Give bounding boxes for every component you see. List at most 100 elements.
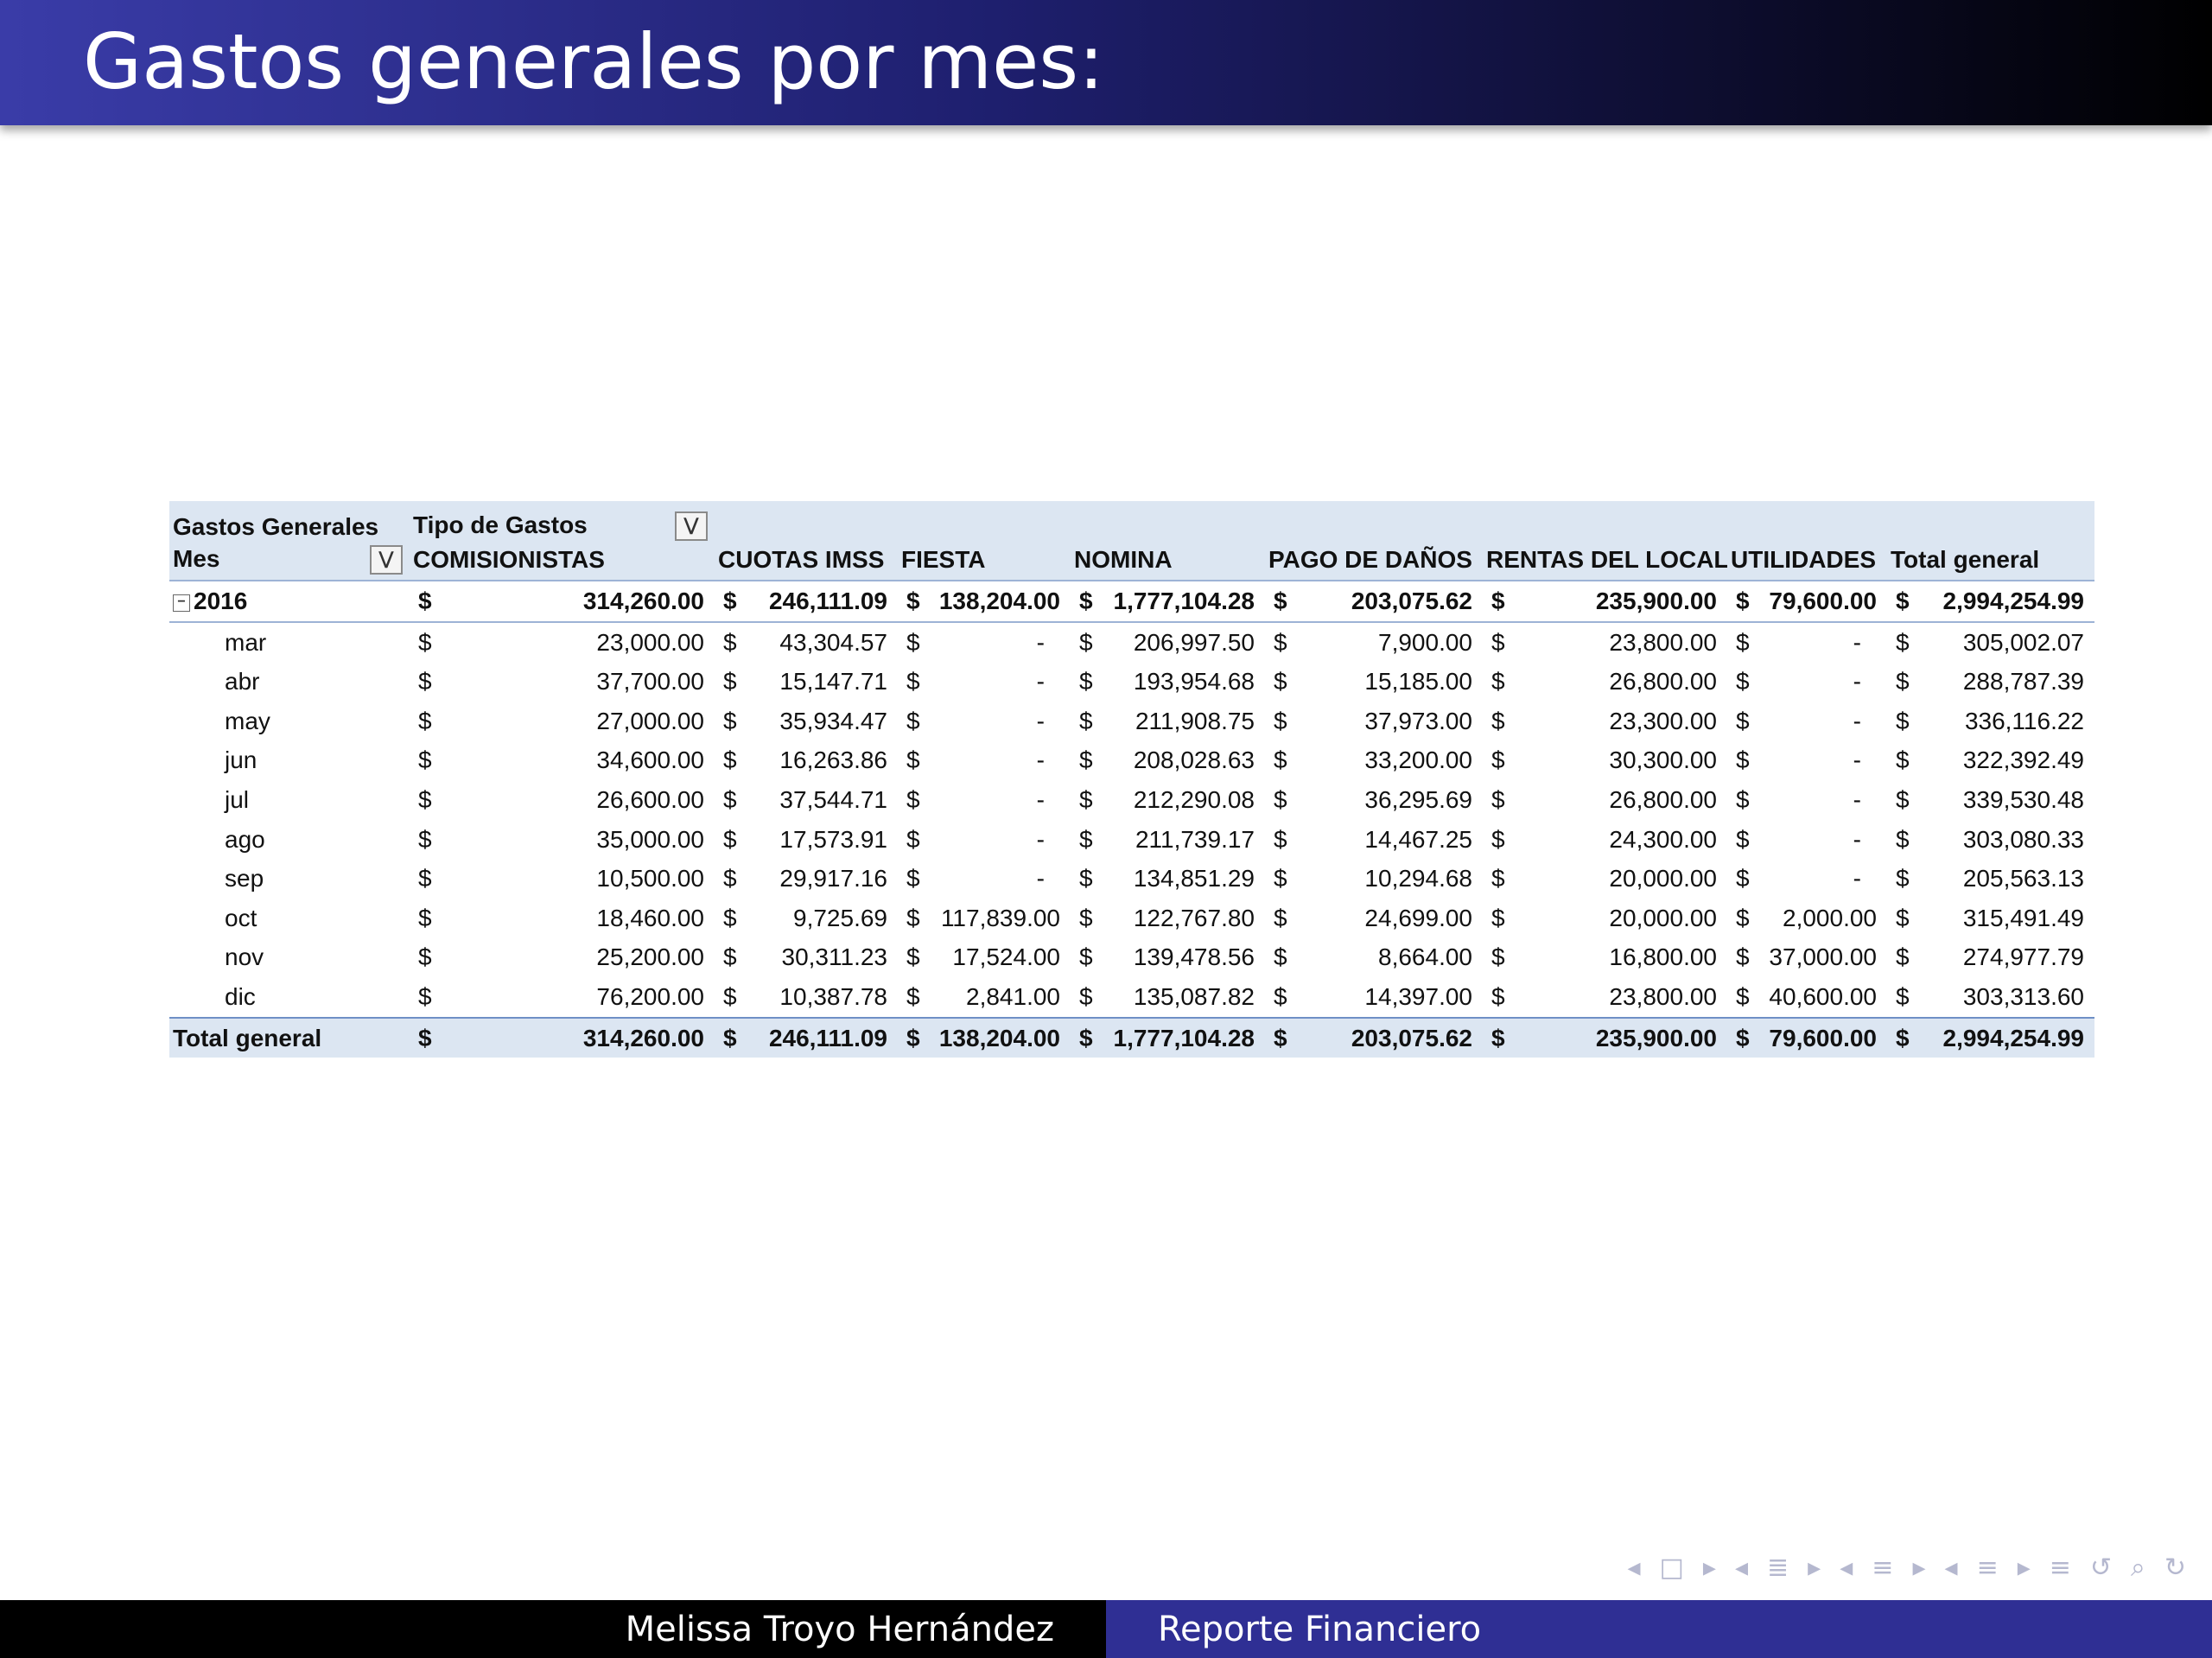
currency-symbol: $ bbox=[1274, 785, 1287, 813]
nav-left-arrow[interactable]: ◂ bbox=[1945, 1553, 1958, 1583]
currency-symbol: $ bbox=[723, 1024, 737, 1051]
value-cell: $23,800.00 bbox=[1483, 977, 1727, 1018]
value-cell: $33,200.00 bbox=[1265, 741, 1483, 781]
row-label-cell: dic bbox=[169, 977, 410, 1018]
row-label-cell: sep bbox=[169, 859, 410, 899]
month-row: abr $37,700.00 $15,147.71 $ - $193,954.68 $15,… bbox=[169, 662, 2094, 702]
amount: 2,841.00 bbox=[966, 982, 1060, 1010]
value-cell: $76,200.00 bbox=[410, 977, 715, 1018]
empty-value: - bbox=[1853, 668, 1861, 696]
currency-symbol: $ bbox=[723, 628, 737, 656]
amount: 203,075.62 bbox=[1351, 587, 1472, 614]
beamer-navigation-bar: ◂ □ ▸ ◂ ≣ ▸ ◂ ≡ ▸ ◂ ≡ ▸ ≡ ↺ ⌕ ↻ bbox=[1627, 1550, 2186, 1585]
value-cell: $26,800.00 bbox=[1483, 780, 1727, 820]
nav-left-arrow[interactable]: ◂ bbox=[1840, 1553, 1853, 1583]
month-row: oct $18,460.00 $9,725.69 $117,839.00 $122,76… bbox=[169, 899, 2094, 938]
footer-short-title: Reporte Financiero bbox=[1106, 1600, 2212, 1658]
currency-symbol: $ bbox=[723, 825, 737, 853]
undo-icon[interactable]: ↺ bbox=[2090, 1553, 2112, 1583]
collapse-icon[interactable]: − bbox=[173, 594, 190, 612]
value-cell: $203,075.62 bbox=[1265, 1016, 1483, 1058]
amount: 79,600.00 bbox=[1769, 587, 1877, 614]
amount: 288,787.39 bbox=[1962, 668, 2084, 696]
amount: 10,387.78 bbox=[779, 982, 887, 1010]
section-icon[interactable]: ≡ bbox=[1977, 1553, 1999, 1583]
filter-icon[interactable]: ⋁ bbox=[370, 545, 403, 575]
row-label: may bbox=[225, 707, 270, 734]
value-cell: $79,600.00 bbox=[1727, 580, 1887, 623]
currency-symbol: $ bbox=[1274, 668, 1287, 696]
nav-right-arrow[interactable]: ▸ bbox=[1912, 1553, 1925, 1583]
currency-symbol: $ bbox=[1274, 707, 1287, 734]
currency-symbol: $ bbox=[418, 628, 432, 656]
empty-value: - bbox=[1036, 785, 1045, 813]
currency-symbol: $ bbox=[1079, 785, 1093, 813]
currency-symbol: $ bbox=[1491, 825, 1505, 853]
pivot-header-row-1: Gastos Generales Tipo de Gastos ⋁ bbox=[169, 501, 2094, 541]
value-cell: $305,002.07 bbox=[1887, 622, 2094, 663]
amount: 235,900.00 bbox=[1595, 1024, 1717, 1051]
value-cell: $ - bbox=[898, 662, 1071, 702]
value-cell: $303,080.33 bbox=[1887, 820, 2094, 860]
nav-left-arrow[interactable]: ◂ bbox=[1627, 1553, 1640, 1583]
amount: 139,478.56 bbox=[1133, 943, 1255, 971]
currency-symbol: $ bbox=[1896, 668, 1910, 696]
nav-right-arrow[interactable]: ▸ bbox=[1703, 1553, 1716, 1583]
amount: 205,563.13 bbox=[1962, 865, 2084, 893]
currency-symbol: $ bbox=[1736, 668, 1750, 696]
row-label: oct bbox=[225, 904, 257, 931]
row-label: jun bbox=[225, 746, 257, 774]
value-cell: $246,111.09 bbox=[715, 580, 898, 623]
value-cell: $37,700.00 bbox=[410, 662, 715, 702]
amount: 37,973.00 bbox=[1364, 707, 1472, 734]
currency-symbol: $ bbox=[906, 707, 920, 734]
value-cell: $25,200.00 bbox=[410, 938, 715, 978]
filter-icon[interactable]: ⋁ bbox=[675, 511, 708, 541]
value-cell: $135,087.82 bbox=[1071, 977, 1265, 1018]
currency-symbol: $ bbox=[1079, 707, 1093, 734]
nav-right-arrow[interactable]: ▸ bbox=[1808, 1553, 1821, 1583]
frame-icon[interactable]: □ bbox=[1660, 1553, 1684, 1583]
amount: 17,573.91 bbox=[779, 825, 887, 853]
value-cell: $288,787.39 bbox=[1887, 662, 2094, 702]
section-icon[interactable]: ≡ bbox=[1872, 1553, 1893, 1583]
amount: 20,000.00 bbox=[1609, 865, 1717, 893]
amount: 10,500.00 bbox=[596, 865, 704, 893]
currency-symbol: $ bbox=[723, 943, 737, 971]
nav-right-arrow[interactable]: ▸ bbox=[2018, 1553, 2031, 1583]
row-label-cell: abr bbox=[169, 662, 410, 702]
currency-symbol: $ bbox=[906, 904, 920, 931]
currency-symbol: $ bbox=[1274, 982, 1287, 1010]
nav-left-arrow[interactable]: ◂ bbox=[1735, 1553, 1748, 1583]
subsection-icon[interactable]: ≣ bbox=[1767, 1553, 1789, 1583]
redo-icon[interactable]: ↻ bbox=[2164, 1553, 2186, 1583]
empty-value: - bbox=[1036, 668, 1045, 696]
currency-symbol: $ bbox=[1736, 785, 1750, 813]
currency-symbol: $ bbox=[1491, 904, 1505, 931]
amount: 303,080.33 bbox=[1962, 825, 2084, 853]
amount: 14,467.25 bbox=[1364, 825, 1472, 853]
currency-symbol: $ bbox=[1896, 587, 1910, 614]
amount: 76,200.00 bbox=[596, 982, 704, 1010]
amount: 33,200.00 bbox=[1364, 746, 1472, 774]
row-label: sep bbox=[225, 865, 264, 893]
align-icon[interactable]: ≡ bbox=[2050, 1553, 2071, 1583]
amount: 23,800.00 bbox=[1609, 982, 1717, 1010]
row-label-cell: nov bbox=[169, 938, 410, 978]
amount: 246,111.09 bbox=[768, 587, 887, 614]
amount: 305,002.07 bbox=[1962, 628, 2084, 656]
currency-symbol: $ bbox=[1274, 587, 1287, 614]
value-cell: $211,908.75 bbox=[1071, 702, 1265, 741]
row-label: dic bbox=[225, 982, 256, 1010]
amount: 135,087.82 bbox=[1133, 982, 1255, 1010]
currency-symbol: $ bbox=[418, 785, 432, 813]
value-cell: $314,260.00 bbox=[410, 1016, 715, 1058]
title-bar: Gastos generales por mes: bbox=[0, 0, 2212, 125]
search-icon[interactable]: ⌕ bbox=[2131, 1553, 2145, 1583]
value-cell: $2,994,254.99 bbox=[1887, 1016, 2094, 1058]
value-cell: $14,397.00 bbox=[1265, 977, 1483, 1018]
value-cell: $322,392.49 bbox=[1887, 741, 2094, 781]
currency-symbol: $ bbox=[1896, 707, 1910, 734]
value-cell: $26,800.00 bbox=[1483, 662, 1727, 702]
value-cell: $37,000.00 bbox=[1727, 938, 1887, 978]
